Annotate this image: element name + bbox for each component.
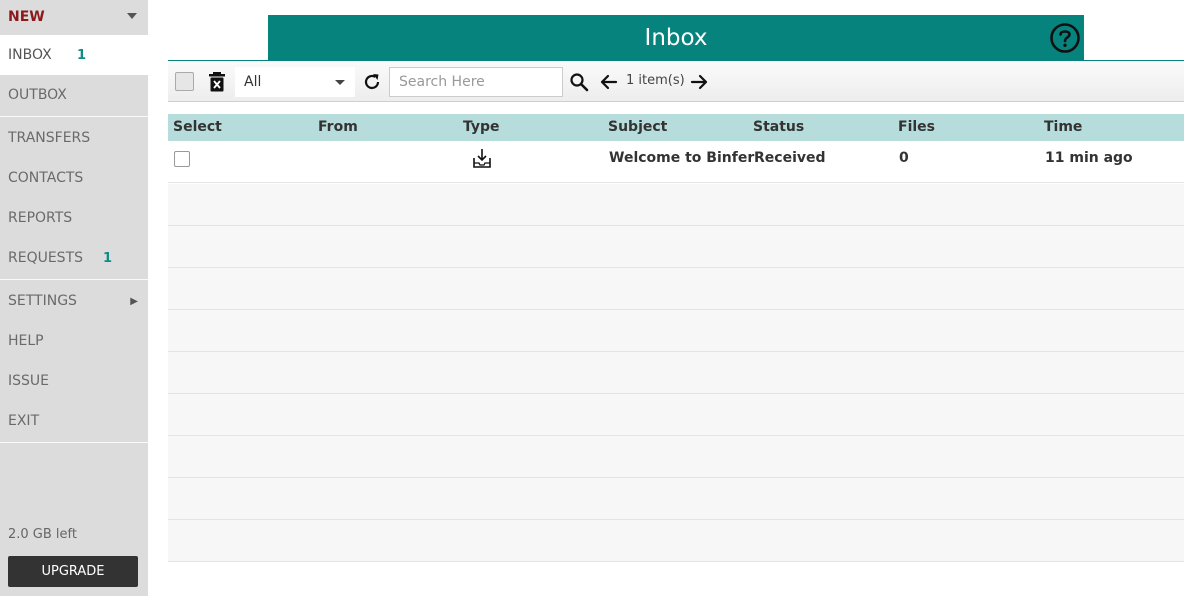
sidebar-divider [0, 116, 148, 117]
row-checkbox[interactable] [174, 151, 190, 167]
table-row[interactable]: Welcome to Binfer Received 0 11 min ago [168, 141, 1184, 183]
empty-row [168, 520, 1184, 562]
new-button[interactable]: NEW [0, 0, 148, 34]
sidebar-item-label: REPORTS [8, 210, 73, 226]
sidebar-item-label: SETTINGS [8, 293, 77, 309]
column-header-subject[interactable]: Subject [608, 119, 667, 135]
sidebar-item-label: CONTACTS [8, 170, 84, 186]
sidebar-item-outbox[interactable]: OUTBOX [0, 75, 148, 115]
sidebar-item-label: INBOX [8, 47, 52, 63]
item-count: 1 item(s) [626, 73, 685, 88]
cell-time: 11 min ago [1045, 150, 1133, 166]
cell-status: Received [754, 150, 826, 166]
sidebar-item-inbox[interactable]: INBOX 1 [0, 35, 148, 75]
filter-select[interactable]: All [235, 67, 355, 97]
chevron-right-icon: ▶ [130, 295, 138, 307]
empty-row [168, 226, 1184, 268]
header-divider [168, 60, 1184, 61]
column-header-time[interactable]: Time [1044, 119, 1082, 135]
empty-row [168, 394, 1184, 436]
sidebar-item-help[interactable]: HELP [0, 321, 148, 361]
empty-row [168, 310, 1184, 352]
search-input[interactable] [389, 67, 563, 97]
chevron-down-icon [127, 13, 137, 19]
sidebar-divider [0, 279, 148, 280]
column-header-status[interactable]: Status [753, 119, 804, 135]
empty-row [168, 352, 1184, 394]
storage-remaining: 2.0 GB left [8, 527, 77, 542]
column-header-from[interactable]: From [318, 119, 358, 135]
empty-row [168, 268, 1184, 310]
toolbar: All 1 item(s) [168, 62, 1184, 102]
requests-count-badge: 1 [103, 250, 113, 266]
download-tray-icon [473, 149, 491, 168]
sidebar-item-settings[interactable]: SETTINGS ▶ [0, 281, 148, 321]
upgrade-button[interactable]: UPGRADE [8, 556, 138, 587]
arrow-left-icon[interactable] [599, 72, 619, 92]
sidebar-item-label: HELP [8, 333, 44, 349]
empty-row [168, 478, 1184, 520]
column-header-files[interactable]: Files [898, 119, 935, 135]
trash-icon[interactable] [207, 71, 227, 93]
sidebar-item-contacts[interactable]: CONTACTS [0, 158, 148, 198]
table-header: Select From Type Subject Status Files Ti… [168, 114, 1184, 141]
page-title-text: Inbox [644, 25, 708, 51]
search-icon[interactable] [569, 72, 589, 92]
column-header-type[interactable]: Type [463, 119, 500, 135]
arrow-right-icon[interactable] [689, 72, 709, 92]
filter-select-value: All [244, 74, 262, 90]
empty-row [168, 184, 1184, 226]
sidebar-item-label: ISSUE [8, 373, 49, 389]
cell-subject: Welcome to Binfer [609, 150, 755, 166]
sidebar-item-transfers[interactable]: TRANSFERS [0, 118, 148, 158]
sidebar-item-exit[interactable]: EXIT [0, 401, 148, 441]
inbox-count-badge: 1 [77, 47, 87, 63]
page-title: Inbox [268, 15, 1084, 61]
sidebar-divider [0, 442, 148, 443]
sidebar-item-label: REQUESTS [8, 250, 84, 266]
sidebar-item-label: OUTBOX [8, 87, 67, 103]
chevron-down-icon [335, 80, 345, 85]
cell-files: 0 [899, 150, 909, 166]
sidebar-item-label: TRANSFERS [8, 130, 91, 146]
sidebar: NEW INBOX 1 OUTBOX TRANSFERS CONTACTS RE… [0, 0, 148, 596]
empty-row [168, 436, 1184, 478]
sidebar-item-label: EXIT [8, 413, 40, 429]
sidebar-item-requests[interactable]: REQUESTS 1 [0, 238, 148, 278]
sidebar-item-reports[interactable]: REPORTS [0, 198, 148, 238]
select-all-checkbox[interactable] [175, 72, 194, 91]
refresh-icon[interactable] [362, 72, 382, 92]
column-header-select[interactable]: Select [173, 119, 222, 135]
sidebar-item-issue[interactable]: ISSUE [0, 361, 148, 401]
help-icon[interactable] [1049, 22, 1081, 54]
new-label: NEW [8, 9, 45, 25]
